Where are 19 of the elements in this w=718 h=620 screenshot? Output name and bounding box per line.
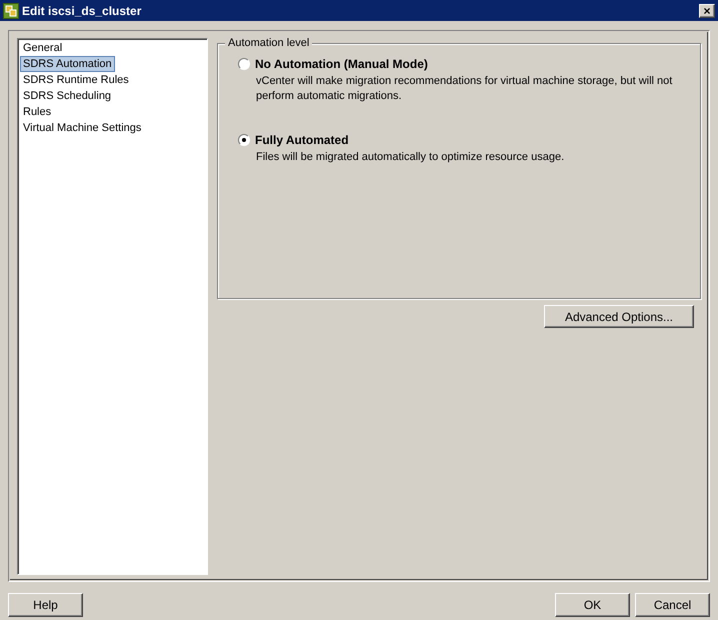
option-description: Files will be migrated automatically to optimize resource usage. — [256, 150, 566, 165]
nav-item[interactable]: General — [20, 40, 66, 56]
option-label: Fully Automated — [255, 132, 349, 148]
advanced-options-button[interactable]: Advanced Options... — [544, 305, 694, 328]
nav-item[interactable]: Virtual Machine Settings — [20, 120, 144, 136]
option-description: vCenter will make migration recommendations for virtual machine storage, but will not perform automatic migrations. — [256, 74, 674, 104]
radio-button[interactable] — [238, 58, 250, 70]
option-label: No Automation (Manual Mode) — [255, 56, 428, 72]
nav-item[interactable]: SDRS Automation — [20, 56, 115, 72]
help-button[interactable]: Help — [8, 593, 83, 617]
nav-item[interactable]: Rules — [20, 104, 54, 120]
close-button[interactable]: × — [699, 4, 715, 18]
ok-button[interactable]: OK — [555, 593, 630, 617]
window-title: Edit iscsi_ds_cluster — [22, 2, 142, 20]
app-icon — [3, 2, 19, 18]
cancel-button[interactable]: Cancel — [635, 593, 710, 617]
nav-item[interactable]: SDRS Scheduling — [20, 88, 114, 104]
radio-button[interactable] — [238, 134, 250, 146]
nav-item[interactable]: SDRS Runtime Rules — [20, 72, 132, 88]
